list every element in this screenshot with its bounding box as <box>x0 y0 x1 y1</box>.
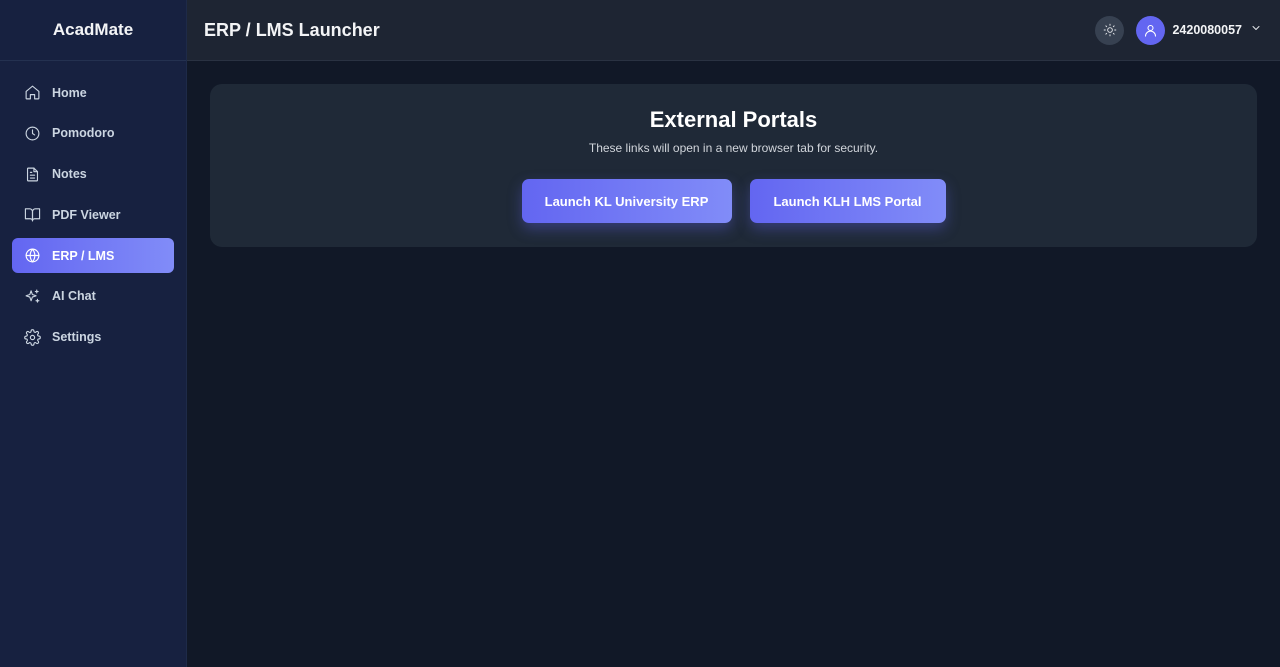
gear-icon <box>23 328 41 346</box>
launch-lms-button[interactable]: Launch KLH LMS Portal <box>749 179 946 223</box>
sidebar-nav: Home Pomodoro Notes PDF Viewer ERP / LMS <box>0 61 186 355</box>
clock-icon <box>23 124 41 142</box>
page-title: ERP / LMS Launcher <box>204 19 380 40</box>
card-subtitle: These links will open in a new browser t… <box>588 141 879 155</box>
sidebar-item-erp-lms[interactable]: ERP / LMS <box>12 238 174 274</box>
user-menu-button[interactable]: 2420080057 <box>1136 15 1262 45</box>
sidebar-item-label: PDF Viewer <box>52 207 121 222</box>
sidebar-item-label: AI Chat <box>52 289 96 304</box>
sidebar-item-pdf-viewer[interactable]: PDF Viewer <box>12 197 174 232</box>
top-bar-actions: 2420080057 <box>1095 15 1262 45</box>
sparkles-icon <box>23 287 41 305</box>
sidebar-item-home[interactable]: Home <box>12 75 174 110</box>
user-icon <box>1145 24 1157 37</box>
theme-toggle-button[interactable] <box>1095 15 1125 45</box>
file-text-icon <box>23 165 41 183</box>
sun-icon <box>1103 23 1117 37</box>
sidebar-item-settings[interactable]: Settings <box>12 320 174 355</box>
sidebar-item-label: Pomodoro <box>52 126 115 141</box>
top-bar: ERP / LMS Launcher 2420080057 <box>187 0 1280 61</box>
launch-buttons: Launch KL University ERP Launch KLH LMS … <box>210 179 1257 223</box>
sidebar-item-ai-chat[interactable]: AI Chat <box>12 279 174 314</box>
sidebar: AcadMate Home Pomodoro Notes PDF Viewer <box>0 0 187 667</box>
globe-icon <box>23 247 41 265</box>
sidebar-item-notes[interactable]: Notes <box>12 157 174 192</box>
chevron-down-icon <box>1250 21 1262 39</box>
avatar <box>1136 15 1166 45</box>
sidebar-item-label: ERP / LMS <box>52 248 115 263</box>
sidebar-item-label: Notes <box>52 167 87 182</box>
card-title: External Portals <box>649 107 818 132</box>
sidebar-item-label: Home <box>52 85 87 100</box>
external-portals-card: External Portals These links will open i… <box>210 84 1257 247</box>
main-content: External Portals These links will open i… <box>187 61 1280 667</box>
sidebar-item-label: Settings <box>52 330 102 345</box>
launch-erp-button[interactable]: Launch KL University ERP <box>521 179 732 223</box>
app-logo[interactable]: AcadMate <box>0 0 186 61</box>
sidebar-item-pomodoro[interactable]: Pomodoro <box>12 116 174 151</box>
user-id: 2420080057 <box>1172 23 1242 37</box>
book-open-icon <box>23 206 41 224</box>
home-icon <box>23 84 41 102</box>
